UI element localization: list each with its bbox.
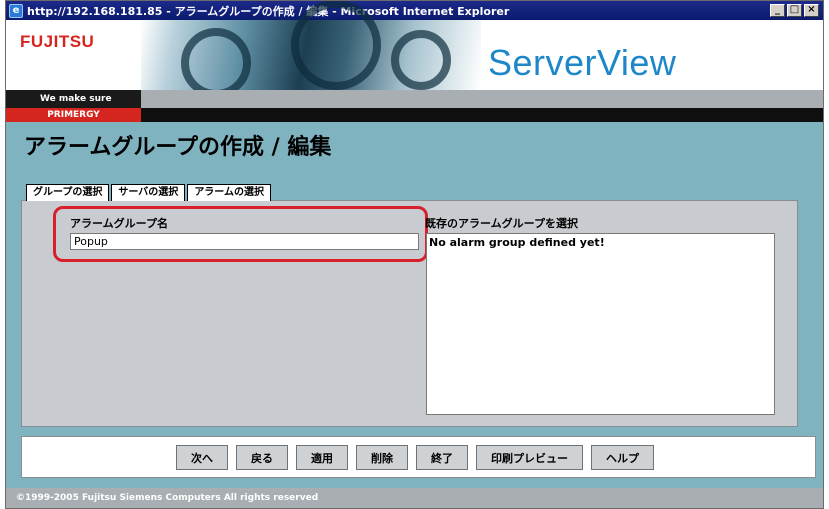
brand-label: PRIMERGY — [6, 108, 141, 122]
finish-button[interactable]: 終了 — [416, 445, 468, 470]
browser-window: e http://192.168.181.85 - アラームグループの作成 / … — [5, 0, 824, 509]
group-name-label: アラームグループ名 — [70, 217, 169, 230]
apply-button[interactable]: 適用 — [296, 445, 348, 470]
header-gray-strip — [141, 90, 823, 108]
list-empty-message: No alarm group defined yet! — [429, 236, 605, 249]
fujitsu-logo: FUJITSU — [20, 32, 95, 51]
next-button[interactable]: 次へ — [176, 445, 228, 470]
print-preview-button[interactable]: 印刷プレビュー — [476, 445, 583, 470]
existing-group-label: 既存のアラームグループを選択 — [425, 217, 579, 230]
help-button[interactable]: ヘルプ — [591, 445, 654, 470]
gear-icon — [181, 28, 251, 98]
tagline: We make sure — [6, 90, 141, 108]
product-name: ServerView — [488, 42, 677, 83]
internet-explorer-icon: e — [9, 3, 23, 18]
title-bar[interactable]: e http://192.168.181.85 - アラームグループの作成 / … — [6, 1, 823, 20]
page-title: アラームグループの作成 / 編集 — [24, 135, 332, 160]
gear-icon — [391, 30, 451, 90]
delete-button[interactable]: 削除 — [356, 445, 408, 470]
page-footer: ©1999-2005 Fujitsu Siemens Computers All… — [6, 488, 823, 508]
window-title: http://192.168.181.85 - アラームグループの作成 / 編集… — [27, 4, 510, 18]
tab-server-select[interactable]: サーバの選択 — [111, 184, 186, 201]
close-button[interactable]: × — [804, 4, 819, 17]
existing-group-list[interactable]: No alarm group defined yet! — [426, 233, 775, 415]
window-controls: _ □ × — [770, 4, 819, 17]
header-band: We make sure — [6, 90, 823, 108]
tab-alarm-select[interactable]: アラームの選択 — [187, 184, 272, 201]
gear-icon — [291, 1, 381, 90]
group-name-input[interactable] — [70, 233, 419, 250]
back-button[interactable]: 戻る — [236, 445, 288, 470]
maximize-button[interactable]: □ — [787, 4, 802, 17]
header-band-lower: PRIMERGY — [6, 108, 823, 122]
page-header: FUJITSU ServerView — [6, 1, 823, 98]
tab-bar: グループの選択 サーバの選択 アラームの選択 — [26, 184, 272, 201]
minimize-button[interactable]: _ — [770, 4, 785, 17]
copyright-text: ©1999-2005 Fujitsu Siemens Computers All… — [16, 493, 319, 503]
tab-group-select[interactable]: グループの選択 — [26, 184, 110, 201]
button-row: 次へ 戻る 適用 削除 終了 印刷プレビュー ヘルプ — [176, 445, 654, 470]
gears-banner-image — [141, 1, 481, 98]
